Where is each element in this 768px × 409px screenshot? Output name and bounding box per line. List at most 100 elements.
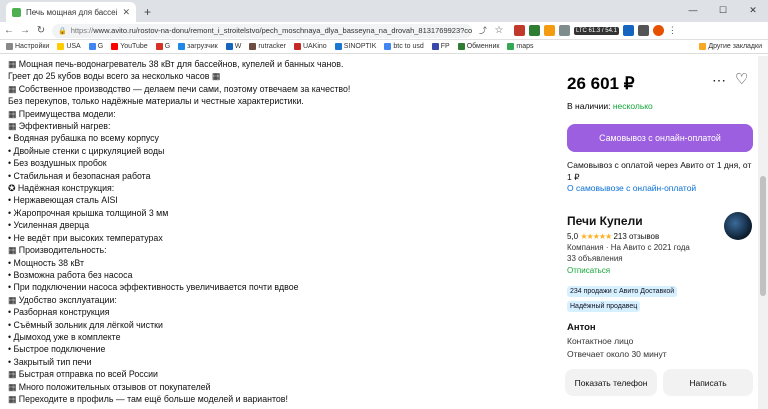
- extension-icon[interactable]: [637, 25, 649, 36]
- reload-icon[interactable]: ↻: [36, 25, 46, 36]
- menu-icon[interactable]: ⋮: [668, 25, 677, 36]
- item-description: ▦ Мощная печь-водонагреватель 38 кВт для…: [8, 58, 358, 405]
- seller-company: Компания · На Авито с 2021 года: [567, 243, 690, 252]
- description-line: • Без воздушных пробок: [8, 158, 107, 169]
- pickup-info: Самовывоз с оплатой через Авито от 1 дня…: [567, 160, 753, 195]
- tab-title: Печь мощная для бассейна на д: [26, 7, 117, 17]
- more-options-icon[interactable]: ⋯: [712, 72, 726, 89]
- pickup-info-link[interactable]: О самовывозе с онлайн-оплатой: [567, 183, 753, 195]
- minimize-button[interactable]: —: [678, 0, 708, 20]
- description-line: ▦ Много положительных отзывов от покупат…: [8, 381, 211, 392]
- avito-favicon-icon: [12, 7, 21, 17]
- description-line: • Стабильная и безопасная работа: [8, 170, 151, 181]
- url-prefix: https://: [70, 26, 94, 35]
- forward-icon[interactable]: →: [20, 25, 30, 36]
- bookmarks-bar: Настройки USA G YouTube G загрузчик W ru…: [0, 40, 768, 54]
- ltc-ticker[interactable]: LTC 61.3 / 54.1: [574, 26, 619, 35]
- extension-icon[interactable]: [514, 25, 525, 36]
- description-line: • При подключении насоса эффективность у…: [8, 282, 299, 293]
- contact-name: Антон: [567, 322, 596, 333]
- description-line: ▦ Собственное производство — делаем печи…: [8, 83, 351, 94]
- rating-stars-icon: ★★★★★: [580, 232, 612, 241]
- bookmark-item[interactable]: W: [225, 43, 241, 50]
- show-phone-button[interactable]: Показать телефон: [565, 369, 657, 396]
- description-line: • Не ведёт при высоких температурах: [8, 232, 163, 243]
- price: 26 601 ₽: [567, 74, 635, 93]
- bookmark-item[interactable]: G: [88, 43, 103, 50]
- favorite-heart-icon[interactable]: ♡: [735, 70, 748, 88]
- close-tab-icon[interactable]: ✕: [122, 7, 130, 18]
- page-scrollbar[interactable]: [758, 56, 768, 409]
- bookmark-folder[interactable]: Другие закладки: [699, 43, 762, 50]
- description-line: ✪ Надёжная конструкция:: [8, 183, 115, 194]
- reliable-seller-badge: Надёжный продавец: [567, 301, 641, 312]
- share-icon[interactable]: ⤴: [478, 25, 488, 36]
- new-tab-button[interactable]: +: [144, 2, 151, 22]
- description-line: • Закрытый тип печи: [8, 356, 92, 367]
- description-line: Греет до 25 кубов воды всего за нескольк…: [8, 71, 221, 82]
- bookmark-item[interactable]: SINOPTIK: [334, 43, 376, 50]
- extension-icon[interactable]: [559, 25, 570, 36]
- close-window-button[interactable]: ✕: [738, 0, 768, 20]
- page-content: ▦ Мощная печь-водонагреватель 38 кВт для…: [0, 56, 758, 409]
- back-icon[interactable]: ←: [4, 25, 14, 36]
- description-line: • Разборная конструкция: [8, 307, 110, 318]
- bookmark-item[interactable]: USA: [57, 43, 81, 50]
- tab-bar: Печь мощная для бассейна на д ✕ + — ☐ ✕: [0, 0, 768, 22]
- url-text: www.avito.ru/rostov-na-donu/remont_i_str…: [93, 26, 472, 35]
- description-line: • Возможна работа без насоса: [8, 269, 133, 280]
- description-line: Без перекупов, только надёжные материалы…: [8, 96, 304, 107]
- bookmark-item[interactable]: Обменник: [457, 43, 499, 50]
- bookmark-item[interactable]: Настройки: [6, 43, 49, 50]
- bookmark-star-icon[interactable]: ☆: [494, 25, 504, 36]
- description-line: • Съёмный зольник для лёгкой чистки: [8, 319, 163, 330]
- availability: В наличии: несколько: [567, 101, 653, 111]
- seller-ads-count[interactable]: 33 объявления: [567, 254, 753, 263]
- window-controls: — ☐ ✕: [678, 0, 768, 20]
- description-line: • Быстрое подключение: [8, 344, 106, 355]
- description-line: • Дымоход уже в комплекте: [8, 331, 121, 342]
- bookmark-item[interactable]: G: [155, 43, 170, 50]
- extension-icon[interactable]: [622, 25, 634, 36]
- browser-tab[interactable]: Печь мощная для бассейна на д ✕: [6, 2, 136, 22]
- description-line: ▦ Удобство эксплуатации:: [8, 294, 117, 305]
- rating-value: 5,0: [567, 232, 579, 241]
- description-line: • Водяная рубашка по всему корпусу: [8, 133, 159, 144]
- response-time: Отвечает около 30 минут: [567, 349, 667, 359]
- extension-icon[interactable]: [544, 25, 555, 36]
- maximize-button[interactable]: ☐: [708, 0, 738, 20]
- description-line: ▦ Переходите в профиль — там ещё больше …: [8, 393, 288, 404]
- pickup-text: Самовывоз с оплатой через Авито от 1 дня…: [567, 160, 752, 182]
- bookmark-item[interactable]: UAKino: [293, 43, 327, 50]
- bookmark-item[interactable]: maps: [507, 43, 534, 50]
- pickup-online-payment-button[interactable]: Самовывоз с онлайн-оплатой: [567, 124, 753, 152]
- scrollbar-thumb[interactable]: [760, 176, 766, 296]
- description-line: • Усиленная дверца: [8, 220, 90, 231]
- url-bar[interactable]: 🔒 https://www.avito.ru/rostov-na-donu/re…: [52, 23, 472, 38]
- bookmark-item[interactable]: btc to usd: [384, 43, 424, 50]
- deliveries-badge: 234 продажи с Авито Доставкой: [567, 286, 678, 297]
- availability-value: несколько: [612, 101, 653, 111]
- bookmark-item[interactable]: загрузчик: [178, 43, 218, 50]
- address-bar-row: ← → ↻ 🔒 https://www.avito.ru/rostov-na-d…: [0, 22, 768, 40]
- description-line: ▦ Производительность:: [8, 245, 107, 256]
- contact-role: Контактное лицо: [567, 336, 634, 346]
- bookmark-item[interactable]: rutracker: [249, 43, 286, 50]
- lock-icon: 🔒: [58, 27, 67, 35]
- availability-label: В наличии:: [567, 101, 611, 111]
- description-line: ▦ Эффективный нагрев:: [8, 121, 111, 132]
- write-message-button[interactable]: Написать: [663, 369, 753, 396]
- profile-avatar[interactable]: [652, 25, 664, 36]
- bookmark-item[interactable]: YouTube: [111, 43, 148, 50]
- description-line: • Жаропрочная крышка толщиной 3 мм: [8, 207, 169, 218]
- contact-person: Антон Контактное лицо Отвечает около 30 …: [567, 322, 667, 359]
- description-line: ▦ Преимущества модели:: [8, 108, 116, 119]
- description-line: ▦ Быстрая отправка по всей России: [8, 369, 158, 380]
- seller-avatar[interactable]: [724, 212, 752, 240]
- unsubscribe-link[interactable]: Отписаться: [567, 266, 753, 275]
- description-line: ▦ Мощная печь-водонагреватель 38 кВт для…: [8, 59, 344, 69]
- bookmark-item[interactable]: FP: [431, 43, 450, 50]
- description-line: • Двойные стенки с циркуляцией воды: [8, 145, 165, 156]
- extensions: LTC 61.3 / 54.1 ⋮: [514, 25, 677, 36]
- extension-icon[interactable]: [529, 25, 540, 36]
